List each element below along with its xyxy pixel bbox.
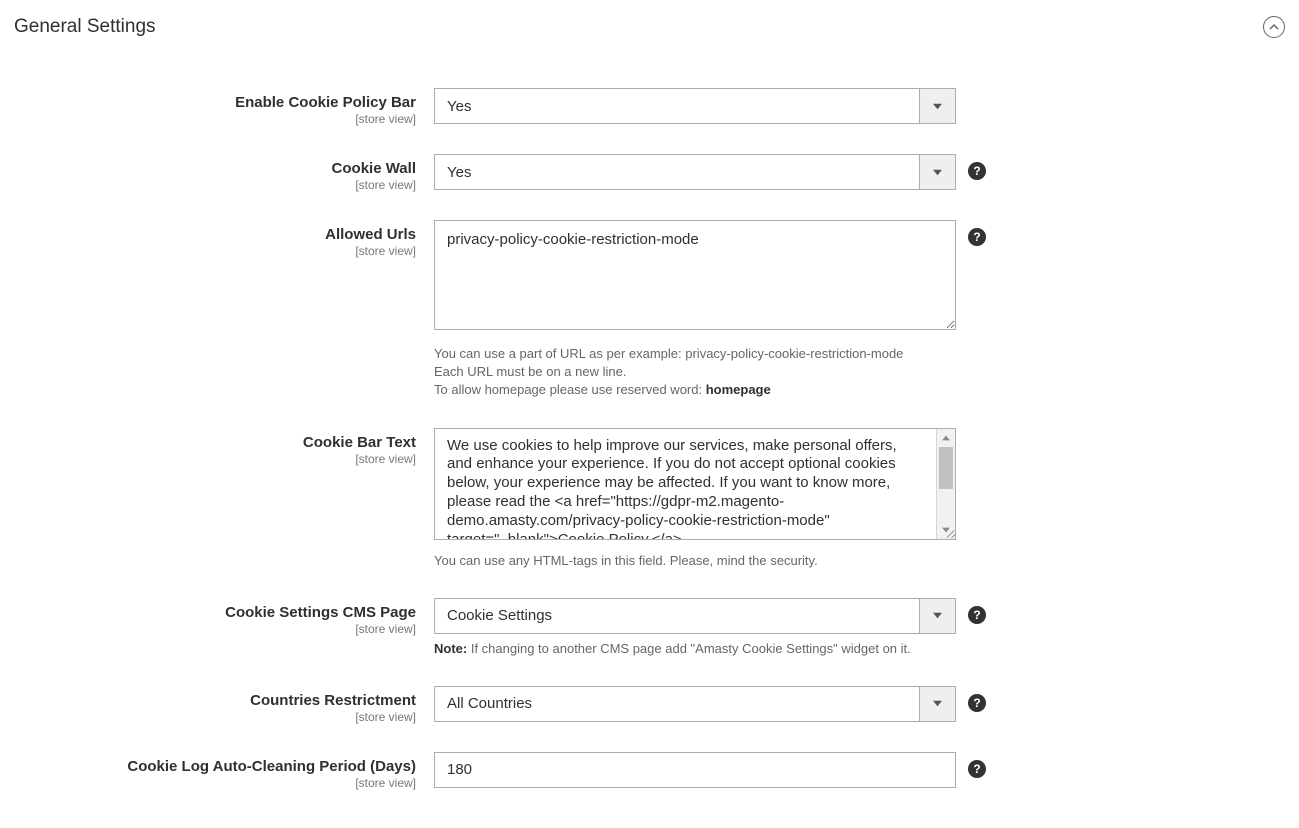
section-header: General Settings bbox=[14, 10, 1285, 60]
help-icon[interactable]: ? bbox=[968, 606, 986, 624]
label-col: Allowed Urls [store view] bbox=[14, 220, 434, 258]
row-allowed-urls: Allowed Urls [store view] You can use a … bbox=[14, 220, 1285, 400]
after-col: ? bbox=[956, 598, 986, 624]
chevron-down-icon bbox=[919, 599, 955, 633]
help-icon[interactable]: ? bbox=[968, 162, 986, 180]
row-cookie-wall: Cookie Wall [store view] Yes ? bbox=[14, 154, 1285, 192]
section-title: General Settings bbox=[14, 16, 156, 38]
enable-cookie-policy-bar-select[interactable]: Yes bbox=[434, 88, 956, 124]
hint-text: You can use a part of URL as per example… bbox=[434, 345, 956, 400]
row-cookie-settings-cms-page: Cookie Settings CMS Page [store view] Co… bbox=[14, 598, 1285, 658]
control-col: Yes bbox=[434, 88, 956, 124]
control-col: All Countries bbox=[434, 686, 956, 722]
field-label: Allowed Urls bbox=[325, 226, 416, 243]
scope-label: [store view] bbox=[14, 452, 416, 466]
hint-bold: Note: bbox=[434, 641, 467, 656]
field-label: Cookie Bar Text bbox=[303, 434, 416, 451]
after-col: ? bbox=[956, 686, 986, 712]
scroll-up-icon[interactable] bbox=[937, 429, 955, 447]
label-col: Countries Restrictment [store view] bbox=[14, 686, 434, 724]
row-cookie-bar-text: Cookie Bar Text [store view] We use cook… bbox=[14, 428, 1285, 570]
chevron-down-icon bbox=[919, 687, 955, 721]
cookie-settings-cms-page-select[interactable]: Cookie Settings bbox=[434, 598, 956, 634]
help-icon[interactable]: ? bbox=[968, 228, 986, 246]
cookie-log-period-input[interactable] bbox=[434, 752, 956, 788]
field-label: Cookie Wall bbox=[332, 160, 416, 177]
row-enable-cookie-policy-bar: Enable Cookie Policy Bar [store view] Ye… bbox=[14, 88, 1285, 126]
scope-label: [store view] bbox=[14, 622, 416, 636]
countries-restrictment-select[interactable]: All Countries bbox=[434, 686, 956, 722]
label-col: Enable Cookie Policy Bar [store view] bbox=[14, 88, 434, 126]
control-col: We use cookies to help improve our servi… bbox=[434, 428, 956, 570]
cookie-bar-text-textarea[interactable]: We use cookies to help improve our servi… bbox=[434, 428, 956, 540]
scope-label: [store view] bbox=[14, 776, 416, 790]
select-value: Yes bbox=[435, 164, 919, 181]
control-col: Yes bbox=[434, 154, 956, 190]
collapse-section-button[interactable] bbox=[1263, 16, 1285, 38]
after-col bbox=[956, 88, 968, 96]
hint-line: Each URL must be on a new line. bbox=[434, 364, 626, 379]
field-label: Cookie Log Auto-Cleaning Period (Days) bbox=[127, 758, 416, 775]
label-col: Cookie Bar Text [store view] bbox=[14, 428, 434, 466]
textarea-content: We use cookies to help improve our servi… bbox=[435, 429, 936, 539]
control-col: You can use a part of URL as per example… bbox=[434, 220, 956, 400]
hint-line: You can use a part of URL as per example… bbox=[434, 346, 903, 361]
hint-text: You can use any HTML-tags in this field.… bbox=[434, 552, 956, 570]
chevron-down-icon bbox=[919, 89, 955, 123]
label-col: Cookie Settings CMS Page [store view] bbox=[14, 598, 434, 636]
field-label: Countries Restrictment bbox=[250, 692, 416, 709]
scope-label: [store view] bbox=[14, 710, 416, 724]
row-countries-restrictment: Countries Restrictment [store view] All … bbox=[14, 686, 1285, 724]
field-label: Cookie Settings CMS Page bbox=[225, 604, 416, 621]
scope-label: [store view] bbox=[14, 178, 416, 192]
after-col: ? bbox=[956, 752, 986, 778]
scrollbar[interactable] bbox=[936, 429, 955, 539]
label-col: Cookie Wall [store view] bbox=[14, 154, 434, 192]
hint-line: To allow homepage please use reserved wo… bbox=[434, 382, 706, 397]
select-value: Cookie Settings bbox=[435, 607, 919, 624]
after-col bbox=[956, 428, 968, 436]
field-label: Enable Cookie Policy Bar bbox=[235, 94, 416, 111]
label-col: Cookie Log Auto-Cleaning Period (Days) [… bbox=[14, 752, 434, 790]
control-col bbox=[434, 752, 956, 788]
help-icon[interactable]: ? bbox=[968, 694, 986, 712]
scope-label: [store view] bbox=[14, 112, 416, 126]
allowed-urls-textarea[interactable] bbox=[434, 220, 956, 330]
scroll-thumb[interactable] bbox=[939, 447, 953, 489]
resize-grip-icon[interactable] bbox=[942, 526, 954, 538]
chevron-down-icon bbox=[919, 155, 955, 189]
scope-label: [store view] bbox=[14, 244, 416, 258]
help-icon[interactable]: ? bbox=[968, 760, 986, 778]
after-col: ? bbox=[956, 154, 986, 180]
control-col: Cookie Settings Note: If changing to ano… bbox=[434, 598, 956, 658]
cookie-wall-select[interactable]: Yes bbox=[434, 154, 956, 190]
hint-rest: If changing to another CMS page add "Ama… bbox=[467, 641, 911, 656]
chevron-up-icon bbox=[1269, 22, 1279, 32]
after-col: ? bbox=[956, 220, 986, 246]
hint-bold: homepage bbox=[706, 382, 771, 397]
form-body: Enable Cookie Policy Bar [store view] Ye… bbox=[14, 60, 1285, 790]
select-value: All Countries bbox=[435, 695, 919, 712]
hint-text: Note: If changing to another CMS page ad… bbox=[434, 640, 956, 658]
row-cookie-log-auto-cleaning-period: Cookie Log Auto-Cleaning Period (Days) [… bbox=[14, 752, 1285, 790]
select-value: Yes bbox=[435, 98, 919, 115]
